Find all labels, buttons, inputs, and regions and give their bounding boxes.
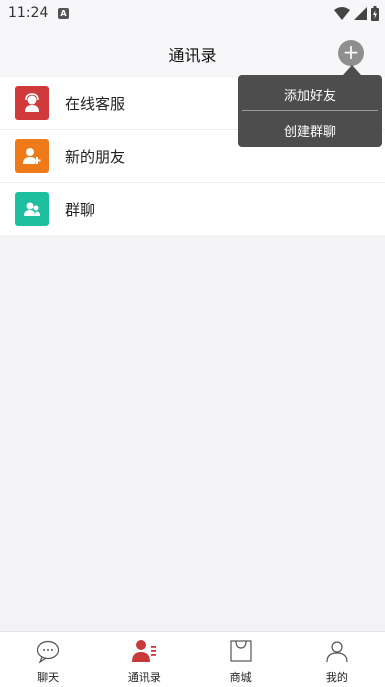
tab-label: 商城 (229, 671, 252, 684)
signal-icon (354, 7, 367, 20)
add-friend-menu-item[interactable]: 添加好友 (238, 85, 382, 104)
wifi-icon (334, 7, 350, 20)
chat-icon (37, 640, 60, 664)
bottom-tab-bar: 聊天 通讯录 商城 我的 (0, 631, 385, 687)
popup-divider (242, 110, 378, 111)
list-item-label: 群聊 (65, 200, 96, 219)
tab-chat[interactable]: 聊天 (0, 632, 96, 687)
status-icons (334, 6, 379, 21)
page-title: 通讯录 (168, 46, 217, 65)
list-item-group-chat[interactable]: 群聊 (0, 183, 385, 235)
group-icon (15, 192, 49, 226)
profile-icon (326, 641, 348, 663)
header: 通讯录 (0, 28, 385, 76)
add-menu-button[interactable]: + (338, 40, 364, 66)
add-popup-menu: 添加好友 创建群聊 (238, 75, 382, 147)
status-bar: 11:24 A (0, 0, 385, 28)
notification-icon: A (58, 8, 69, 19)
add-friend-icon (15, 139, 49, 173)
contacts-icon (132, 640, 157, 662)
battery-icon (371, 6, 379, 21)
tab-shop[interactable]: 商城 (193, 632, 289, 687)
tab-label: 通讯录 (127, 671, 161, 684)
popup-arrow (343, 65, 361, 75)
tab-label: 聊天 (37, 671, 60, 684)
create-group-menu-item[interactable]: 创建群聊 (238, 121, 382, 140)
status-time: 11:24 (8, 5, 49, 21)
customer-service-icon (15, 86, 49, 120)
tab-contacts[interactable]: 通讯录 (96, 632, 192, 687)
tab-profile[interactable]: 我的 (289, 632, 385, 687)
shop-icon (230, 640, 252, 662)
list-item-label: 在线客服 (65, 94, 126, 113)
tab-label: 我的 (325, 671, 348, 684)
list-item-label: 新的朋友 (65, 147, 126, 166)
